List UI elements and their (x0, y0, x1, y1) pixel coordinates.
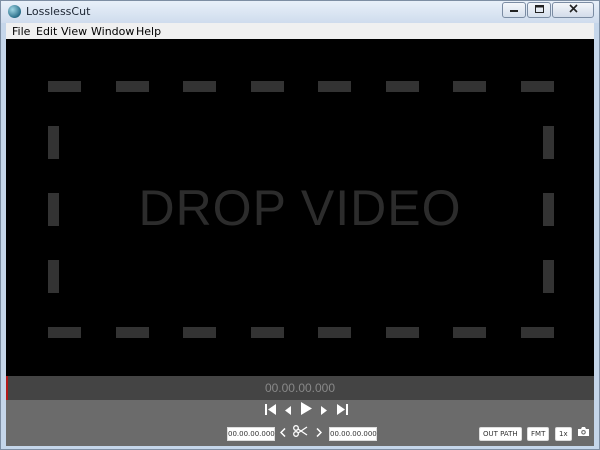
chevron-left-icon (279, 424, 286, 442)
camera-icon (577, 424, 590, 442)
chevron-right-icon (316, 424, 323, 442)
set-cut-end-button[interactable] (313, 426, 325, 440)
main-content: DROP VIDEO 00.00.00.000 00.00.00.000 00.… (6, 39, 594, 446)
next-frame-button[interactable] (318, 405, 330, 417)
cut-end-time[interactable]: 00.00.00.000 (329, 427, 377, 441)
step-forward-icon (320, 402, 328, 420)
close-button[interactable] (552, 2, 594, 18)
skip-back-icon (264, 402, 276, 420)
cut-button[interactable] (292, 424, 308, 442)
timeline[interactable]: 00.00.00.000 (6, 376, 594, 400)
maximize-button[interactable] (527, 2, 551, 18)
cut-start-time[interactable]: 00.00.00.000 (227, 427, 275, 441)
minimize-button[interactable] (502, 2, 526, 18)
out-path-button[interactable]: OUT PATH (479, 427, 522, 441)
app-window: LosslessCut File Edit View Window Help D… (0, 0, 600, 450)
window-controls (501, 2, 594, 18)
maximize-icon (534, 4, 544, 16)
playback-speed-button[interactable]: 1x (555, 427, 572, 441)
minimize-icon (510, 5, 518, 16)
drop-video-label: DROP VIDEO (138, 180, 462, 236)
scissors-icon (292, 424, 308, 442)
transport-controls (264, 402, 348, 420)
drop-zone[interactable]: DROP VIDEO (6, 39, 594, 376)
window-title: LosslessCut (26, 5, 91, 18)
screenshot-button[interactable] (576, 426, 590, 440)
menu-window[interactable]: Window (91, 25, 134, 38)
jump-to-end-button[interactable] (336, 402, 348, 420)
set-cut-start-button[interactable] (277, 426, 289, 440)
skip-forward-icon (336, 402, 348, 420)
play-icon (300, 402, 312, 420)
format-button[interactable]: FMT (527, 427, 550, 441)
menu-help[interactable]: Help (136, 25, 161, 38)
close-icon (568, 4, 578, 16)
step-back-icon (284, 402, 292, 420)
control-bar: 00.00.00.000 00.00.00.000 OUT PATH FMT 1… (6, 400, 594, 446)
app-logo-icon (8, 5, 21, 18)
menu-bar: File Edit View Window Help (6, 23, 594, 39)
prev-frame-button[interactable] (282, 405, 294, 417)
menu-file[interactable]: File (12, 25, 30, 38)
title-bar[interactable]: LosslessCut (1, 1, 599, 23)
menu-edit[interactable]: Edit (36, 25, 57, 38)
jump-to-start-button[interactable] (264, 402, 276, 420)
menu-view[interactable]: View (61, 25, 87, 38)
current-timecode: 00.00.00.000 (264, 381, 336, 395)
play-button[interactable] (300, 402, 312, 420)
